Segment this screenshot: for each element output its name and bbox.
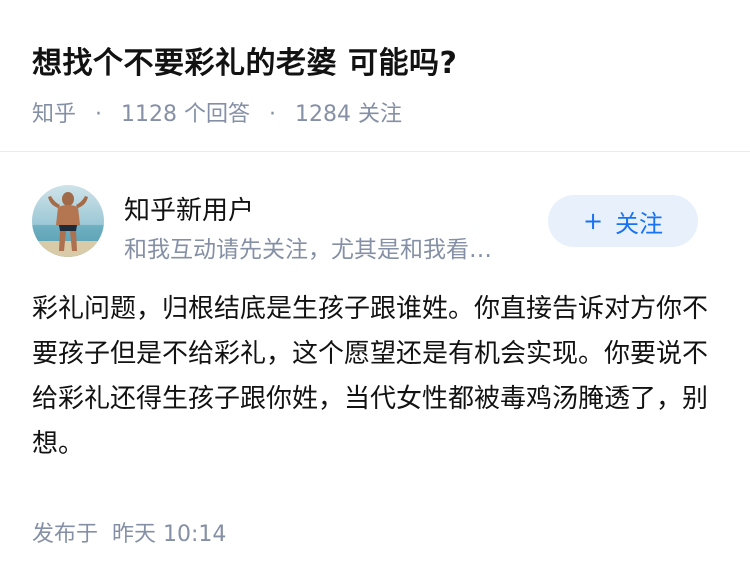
question-title[interactable]: 想找个不要彩礼的老婆 可能吗? [32, 38, 457, 82]
avatar-photo-icon [32, 185, 104, 257]
question-meta: 知乎 · 1128 个回答 · 1284 关注 [32, 96, 402, 128]
follower-count[interactable]: 1284 关注 [295, 96, 402, 128]
answer-time: 发布于 昨天 10:14 [32, 516, 226, 548]
answer-content: 彩礼问题，归根结底是生孩子跟谁姓。你直接告诉对方你不要孩子但是不给彩礼，这个愿望… [32, 294, 709, 459]
follow-label: 关注 [615, 209, 664, 238]
author-info: 知乎新用户 和我互动请先关注，尤其是和我看… + 关注 [32, 185, 718, 263]
plus-icon: + [582, 207, 604, 235]
source-label[interactable]: 知乎 [32, 96, 76, 128]
avatar[interactable] [32, 185, 104, 257]
author-name[interactable]: 知乎新用户 [124, 190, 254, 227]
meta-separator: · [269, 102, 276, 127]
question-header: 想找个不要彩礼的老婆 可能吗? 知乎 · 1128 个回答 · 1284 关注 [0, 0, 750, 152]
meta-separator: · [95, 102, 103, 127]
published-label: 发布于 [32, 522, 99, 547]
answer-count[interactable]: 1128 个回答 [121, 96, 250, 128]
author-headline: 和我互动请先关注，尤其是和我看… [124, 237, 492, 263]
published-time: 昨天 10:14 [112, 522, 227, 547]
follow-button[interactable]: + 关注 [548, 195, 698, 247]
